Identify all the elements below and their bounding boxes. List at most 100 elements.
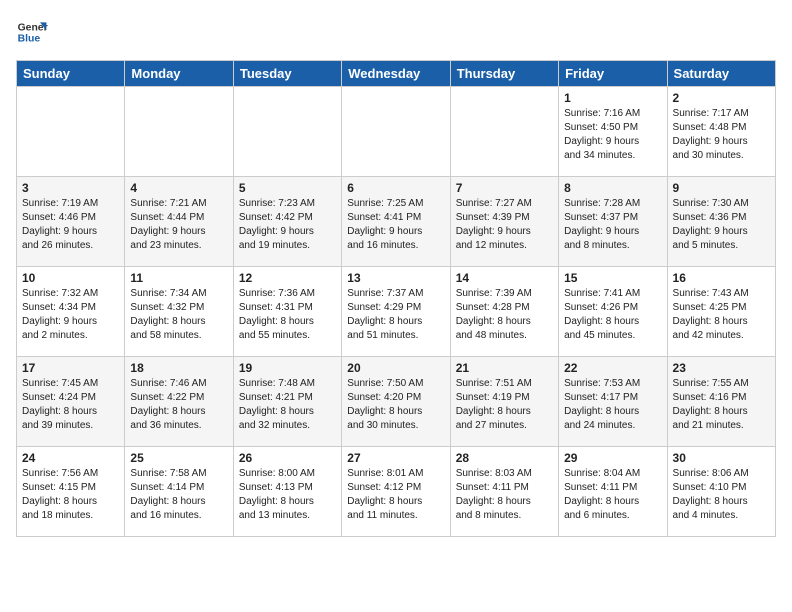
calendar-cell: 9Sunrise: 7:30 AM Sunset: 4:36 PM Daylig…	[667, 177, 775, 267]
day-info: Sunrise: 7:19 AM Sunset: 4:46 PM Dayligh…	[22, 197, 119, 253]
day-info: Sunrise: 7:39 AM Sunset: 4:28 PM Dayligh…	[456, 287, 553, 343]
day-info: Sunrise: 8:01 AM Sunset: 4:12 PM Dayligh…	[347, 467, 444, 523]
day-number: 12	[239, 271, 336, 285]
calendar-header: SundayMondayTuesdayWednesdayThursdayFrid…	[17, 61, 776, 87]
day-number: 26	[239, 451, 336, 465]
weekday-header-tuesday: Tuesday	[233, 61, 341, 87]
day-number: 25	[130, 451, 227, 465]
day-number: 5	[239, 181, 336, 195]
day-number: 15	[564, 271, 661, 285]
day-number: 20	[347, 361, 444, 375]
calendar-cell: 15 Sunrise: 7:41 AM Sunset: 4:26 PM Dayli…	[559, 267, 667, 357]
day-number: 27	[347, 451, 444, 465]
calendar-cell: 26 Sunrise: 8:00 AM Sunset: 4:13 PM Dayli…	[233, 447, 341, 537]
day-number: 2	[673, 91, 770, 105]
day-number: 4	[130, 181, 227, 195]
day-number: 19	[239, 361, 336, 375]
calendar-cell: 23Sunrise: 7:55 AM Sunset: 4:16 PM Dayli…	[667, 357, 775, 447]
day-info: Sunrise: 8:04 AM Sunset: 4:11 PM Dayligh…	[564, 467, 661, 523]
day-number: 23	[673, 361, 770, 375]
day-info: Sunrise: 7:27 AM Sunset: 4:39 PM Dayligh…	[456, 197, 553, 253]
day-number: 16	[673, 271, 770, 285]
calendar-cell: 25 Sunrise: 7:58 AM Sunset: 4:14 PM Dayli…	[125, 447, 233, 537]
day-number: 13	[347, 271, 444, 285]
day-info: Sunrise: 7:32 AM Sunset: 4:34 PM Dayligh…	[22, 287, 119, 343]
logo: General Blue	[16, 16, 48, 48]
calendar-cell	[342, 87, 450, 177]
weekday-header-thursday: Thursday	[450, 61, 558, 87]
day-number: 24	[22, 451, 119, 465]
day-number: 7	[456, 181, 553, 195]
calendar-cell	[125, 87, 233, 177]
logo-icon: General Blue	[16, 16, 48, 48]
weekday-header-monday: Monday	[125, 61, 233, 87]
calendar-cell: 30 Sunrise: 8:06 AM Sunset: 4:10 PM Dayli…	[667, 447, 775, 537]
day-number: 1	[564, 91, 661, 105]
calendar-cell: 13Sunrise: 7:37 AM Sunset: 4:29 PM Dayli…	[342, 267, 450, 357]
day-info: Sunrise: 8:00 AM Sunset: 4:13 PM Dayligh…	[239, 467, 336, 523]
calendar-cell: 19 Sunrise: 7:48 AM Sunset: 4:21 PM Dayli…	[233, 357, 341, 447]
day-number: 11	[130, 271, 227, 285]
calendar-cell: 8 Sunrise: 7:28 AM Sunset: 4:37 PM Daylig…	[559, 177, 667, 267]
day-info: Sunrise: 7:25 AM Sunset: 4:41 PM Dayligh…	[347, 197, 444, 253]
day-info: Sunrise: 8:03 AM Sunset: 4:11 PM Dayligh…	[456, 467, 553, 523]
svg-text:Blue: Blue	[18, 34, 41, 45]
calendar-cell: 22 Sunrise: 7:53 AM Sunset: 4:17 PM Dayli…	[559, 357, 667, 447]
day-info: Sunrise: 7:45 AM Sunset: 4:24 PM Dayligh…	[22, 377, 119, 433]
weekday-header-friday: Friday	[559, 61, 667, 87]
day-number: 18	[130, 361, 227, 375]
calendar-cell: 21 Sunrise: 7:51 AM Sunset: 4:19 PM Dayli…	[450, 357, 558, 447]
day-info: Sunrise: 7:58 AM Sunset: 4:14 PM Dayligh…	[130, 467, 227, 523]
day-number: 22	[564, 361, 661, 375]
calendar-cell: 29 Sunrise: 8:04 AM Sunset: 4:11 PM Dayli…	[559, 447, 667, 537]
day-info: Sunrise: 7:41 AM Sunset: 4:26 PM Dayligh…	[564, 287, 661, 343]
weekday-header-saturday: Saturday	[667, 61, 775, 87]
calendar-cell: 20Sunrise: 7:50 AM Sunset: 4:20 PM Dayli…	[342, 357, 450, 447]
calendar-week-2: 3 Sunrise: 7:19 AM Sunset: 4:46 PM Daylig…	[17, 177, 776, 267]
day-info: Sunrise: 7:28 AM Sunset: 4:37 PM Dayligh…	[564, 197, 661, 253]
day-number: 28	[456, 451, 553, 465]
calendar-cell: 1 Sunrise: 7:16 AM Sunset: 4:50 PM Daylig…	[559, 87, 667, 177]
day-number: 8	[564, 181, 661, 195]
day-info: Sunrise: 7:48 AM Sunset: 4:21 PM Dayligh…	[239, 377, 336, 433]
day-info: Sunrise: 7:16 AM Sunset: 4:50 PM Dayligh…	[564, 107, 661, 163]
day-number: 29	[564, 451, 661, 465]
weekday-header-wednesday: Wednesday	[342, 61, 450, 87]
page-header: General Blue	[16, 16, 776, 48]
calendar-cell: 18 Sunrise: 7:46 AM Sunset: 4:22 PM Dayli…	[125, 357, 233, 447]
calendar-cell: 7 Sunrise: 7:27 AM Sunset: 4:39 PM Daylig…	[450, 177, 558, 267]
day-info: Sunrise: 8:06 AM Sunset: 4:10 PM Dayligh…	[673, 467, 770, 523]
day-info: Sunrise: 7:51 AM Sunset: 4:19 PM Dayligh…	[456, 377, 553, 433]
calendar-cell: 5 Sunrise: 7:23 AM Sunset: 4:42 PM Daylig…	[233, 177, 341, 267]
calendar-cell: 17 Sunrise: 7:45 AM Sunset: 4:24 PM Dayli…	[17, 357, 125, 447]
calendar-week-1: 1 Sunrise: 7:16 AM Sunset: 4:50 PM Daylig…	[17, 87, 776, 177]
calendar-cell: 2 Sunrise: 7:17 AM Sunset: 4:48 PM Daylig…	[667, 87, 775, 177]
day-info: Sunrise: 7:56 AM Sunset: 4:15 PM Dayligh…	[22, 467, 119, 523]
day-number: 6	[347, 181, 444, 195]
day-info: Sunrise: 7:34 AM Sunset: 4:32 PM Dayligh…	[130, 287, 227, 343]
day-info: Sunrise: 7:53 AM Sunset: 4:17 PM Dayligh…	[564, 377, 661, 433]
day-info: Sunrise: 7:43 AM Sunset: 4:25 PM Dayligh…	[673, 287, 770, 343]
day-number: 3	[22, 181, 119, 195]
calendar-cell: 11 Sunrise: 7:34 AM Sunset: 4:32 PM Dayli…	[125, 267, 233, 357]
calendar-cell: 6 Sunrise: 7:25 AM Sunset: 4:41 PM Daylig…	[342, 177, 450, 267]
day-info: Sunrise: 7:46 AM Sunset: 4:22 PM Dayligh…	[130, 377, 227, 433]
calendar-cell: 14Sunrise: 7:39 AM Sunset: 4:28 PM Dayli…	[450, 267, 558, 357]
calendar-week-5: 24 Sunrise: 7:56 AM Sunset: 4:15 PM Dayli…	[17, 447, 776, 537]
day-info: Sunrise: 7:30 AM Sunset: 4:36 PM Dayligh…	[673, 197, 770, 253]
day-info: Sunrise: 7:23 AM Sunset: 4:42 PM Dayligh…	[239, 197, 336, 253]
day-info: Sunrise: 7:17 AM Sunset: 4:48 PM Dayligh…	[673, 107, 770, 163]
calendar-cell: 27 Sunrise: 8:01 AM Sunset: 4:12 PM Dayli…	[342, 447, 450, 537]
day-number: 17	[22, 361, 119, 375]
day-number: 21	[456, 361, 553, 375]
weekday-header-sunday: Sunday	[17, 61, 125, 87]
calendar-cell: 10Sunrise: 7:32 AM Sunset: 4:34 PM Dayli…	[17, 267, 125, 357]
day-number: 30	[673, 451, 770, 465]
calendar-cell: 12 Sunrise: 7:36 AM Sunset: 4:31 PM Dayli…	[233, 267, 341, 357]
calendar-cell	[17, 87, 125, 177]
day-info: Sunrise: 7:36 AM Sunset: 4:31 PM Dayligh…	[239, 287, 336, 343]
calendar-cell: 3 Sunrise: 7:19 AM Sunset: 4:46 PM Daylig…	[17, 177, 125, 267]
calendar-cell	[233, 87, 341, 177]
weekday-header-row: SundayMondayTuesdayWednesdayThursdayFrid…	[17, 61, 776, 87]
calendar-week-4: 17 Sunrise: 7:45 AM Sunset: 4:24 PM Dayli…	[17, 357, 776, 447]
